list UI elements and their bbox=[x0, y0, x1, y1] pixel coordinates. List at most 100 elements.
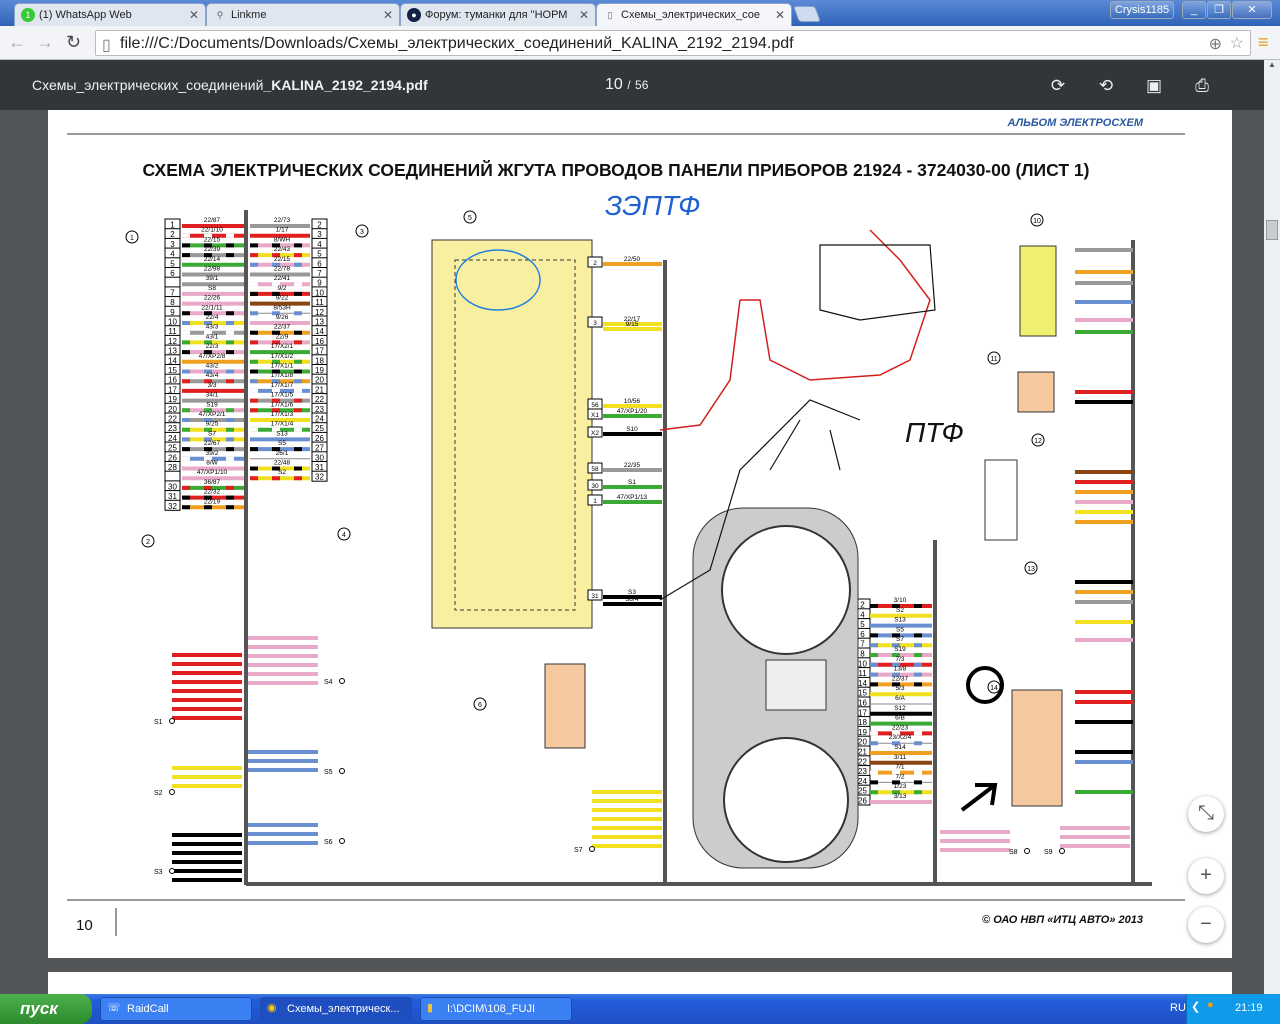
footer-page-number: 10 bbox=[76, 917, 93, 934]
save-icon[interactable]: ▣ bbox=[1144, 76, 1164, 96]
star-icon[interactable]: ☆ bbox=[1230, 33, 1244, 53]
language-indicator[interactable]: RU bbox=[1170, 1002, 1186, 1014]
connector-6-body bbox=[544, 663, 586, 749]
pin-number: 7 bbox=[317, 269, 322, 278]
wire-label: S7 bbox=[208, 430, 216, 437]
forward-icon[interactable]: → bbox=[36, 32, 54, 53]
pin-number: 21 bbox=[315, 385, 324, 394]
pin-number: 19 bbox=[858, 728, 867, 737]
folder-icon: ▮ bbox=[427, 1002, 434, 1014]
close-tab-icon[interactable]: ✕ bbox=[383, 8, 393, 22]
tray-app-icon[interactable]: ● bbox=[1207, 999, 1214, 1011]
tab-linkme[interactable]: ⚲ Linkme ✕ bbox=[206, 3, 400, 26]
wire-label: 22/23 bbox=[892, 724, 909, 731]
tab-whatsapp[interactable]: 1 (1) WhatsApp Web ✕ bbox=[14, 3, 206, 26]
wire-label: S19 bbox=[206, 401, 218, 408]
pin-number: 13 bbox=[315, 318, 324, 327]
splice-label: S3 bbox=[154, 869, 163, 876]
pdf-page: АЛЬБОМ ЭЛЕКТРОСХЕМ СХЕМА ЭЛЕКТРИЧЕСКИХ С… bbox=[48, 110, 1232, 958]
wire-label: 22/32 bbox=[204, 489, 221, 496]
taskbar-chrome[interactable]: ◉ Схемы_электрическ... bbox=[260, 997, 412, 1021]
wire-label: 43/2 bbox=[206, 363, 219, 370]
wire-label: 10/56 bbox=[624, 398, 641, 405]
pin-number: 22 bbox=[168, 415, 177, 424]
pin-number: X2 bbox=[591, 430, 599, 437]
wire-label: 22/67 bbox=[204, 440, 221, 447]
pin-number: 20 bbox=[858, 738, 867, 747]
page-number-input[interactable]: 10 bbox=[605, 76, 623, 93]
wire-label: 22/1/10 bbox=[201, 227, 223, 234]
taskbar: пуск ☏ RaidCall ◉ Схемы_электрическ... ▮ I:… bbox=[0, 994, 1280, 1024]
wire-label: 22/87 bbox=[204, 217, 221, 224]
wire-label: 9/22 bbox=[276, 295, 289, 302]
pin-number: 3 bbox=[170, 240, 175, 249]
handwritten-red-lines bbox=[659, 229, 931, 431]
pin-number: 14 bbox=[858, 679, 867, 688]
start-button[interactable]: пуск bbox=[0, 994, 92, 1024]
close-tab-icon[interactable]: ✕ bbox=[189, 8, 199, 22]
wire-label: 3/10 bbox=[894, 597, 907, 604]
back-icon[interactable]: ← bbox=[8, 32, 26, 53]
wire-label: 36/87 bbox=[204, 479, 221, 486]
wire-label: S13 bbox=[276, 430, 288, 437]
pin-number: 4 bbox=[170, 250, 175, 259]
fit-page-button[interactable]: ⤡ bbox=[1188, 796, 1224, 832]
splice-point bbox=[589, 846, 595, 852]
wire-label: 22/73 bbox=[274, 217, 291, 224]
close-tab-icon[interactable]: ✕ bbox=[775, 8, 785, 22]
profile-button[interactable]: Crysis1185 bbox=[1110, 1, 1174, 19]
splice-point bbox=[169, 789, 175, 795]
wire-label: 39/2 bbox=[206, 450, 219, 457]
scroll-up-icon[interactable]: ▲ bbox=[1268, 60, 1276, 69]
pin-number: 24 bbox=[858, 777, 867, 786]
tab-label: Схемы_электрических_сое bbox=[621, 9, 760, 21]
taskbar-folder[interactable]: ▮ I:\DCIM\108_FUJI bbox=[420, 997, 572, 1021]
reload-icon[interactable]: ↻ bbox=[66, 32, 81, 53]
zoom-icon[interactable]: ⊕ bbox=[1209, 34, 1222, 54]
scrollbar[interactable]: ▲ bbox=[1264, 60, 1280, 994]
splice-label: S2 bbox=[154, 790, 163, 797]
tachometer-gauge bbox=[723, 737, 849, 863]
page-icon: ▯ bbox=[102, 37, 111, 54]
close-window-button[interactable]: ✕ bbox=[1232, 1, 1272, 19]
new-tab-button[interactable] bbox=[793, 6, 821, 22]
wire-label: 3/3 bbox=[207, 382, 216, 389]
tab-strip: 1 (1) WhatsApp Web ✕ ⚲ Linkme ✕ ● Форум: тума… bbox=[0, 0, 1280, 26]
splice-point bbox=[1024, 848, 1030, 854]
paperclip-icon: ⚲ bbox=[216, 10, 224, 20]
page-total: 56 bbox=[635, 78, 649, 92]
scrollbar-thumb[interactable] bbox=[1266, 220, 1278, 240]
wire-label: 8/WH bbox=[274, 236, 291, 243]
wire-label: 47/XP1/13 bbox=[617, 494, 648, 501]
zoom-out-button[interactable]: − bbox=[1188, 907, 1224, 943]
pin-number: 25 bbox=[315, 424, 324, 433]
pin-number: 2 bbox=[860, 601, 865, 610]
close-tab-icon[interactable]: ✕ bbox=[579, 8, 589, 22]
tab-pdf[interactable]: ▯ Схемы_электрических_сое ✕ bbox=[596, 3, 792, 26]
maximize-button[interactable]: ❐ bbox=[1207, 1, 1231, 19]
pin-number: 17 bbox=[315, 347, 324, 356]
zoom-in-button[interactable]: + bbox=[1188, 858, 1224, 894]
pin-number: 1 bbox=[170, 221, 175, 230]
rotate-clockwise-icon[interactable]: ⟳ bbox=[1048, 76, 1068, 96]
splice-label: S8 bbox=[1009, 849, 1018, 856]
callout-number: 1 bbox=[130, 235, 134, 242]
menu-icon[interactable]: ≡ bbox=[1258, 32, 1269, 53]
tray-expand-icon[interactable]: ❮ bbox=[1191, 1000, 1200, 1013]
minimize-button[interactable]: _ bbox=[1182, 1, 1206, 19]
diagram-title: СХЕМА ЭЛЕКТРИЧЕСКИХ СОЕДИНЕНИЙ ЖГУТА ПРО… bbox=[143, 159, 1090, 180]
wire-label: S14 bbox=[894, 744, 906, 751]
handwritten-arrow bbox=[960, 783, 998, 812]
taskbar-raidcall[interactable]: ☏ RaidCall bbox=[100, 997, 252, 1021]
url-input[interactable]: ▯ file:///C:/Documents/Downloads/Схемы_эл… bbox=[95, 30, 1251, 56]
pin-number: 30 bbox=[591, 483, 599, 490]
wire-label: S2 bbox=[896, 607, 904, 614]
wire-label: 22/15 bbox=[204, 236, 221, 243]
rotate-counterclockwise-icon[interactable]: ⟲ bbox=[1096, 76, 1116, 96]
pin-number: 20 bbox=[315, 376, 324, 385]
wire-label: S3 bbox=[628, 589, 636, 596]
tab-forum[interactable]: ● Форум: туманки для "НОРМ ✕ bbox=[400, 3, 596, 26]
pin-number: 6 bbox=[860, 630, 865, 639]
wire-label: 9/25 bbox=[206, 421, 219, 428]
print-icon[interactable]: ⎙ bbox=[1192, 76, 1212, 96]
